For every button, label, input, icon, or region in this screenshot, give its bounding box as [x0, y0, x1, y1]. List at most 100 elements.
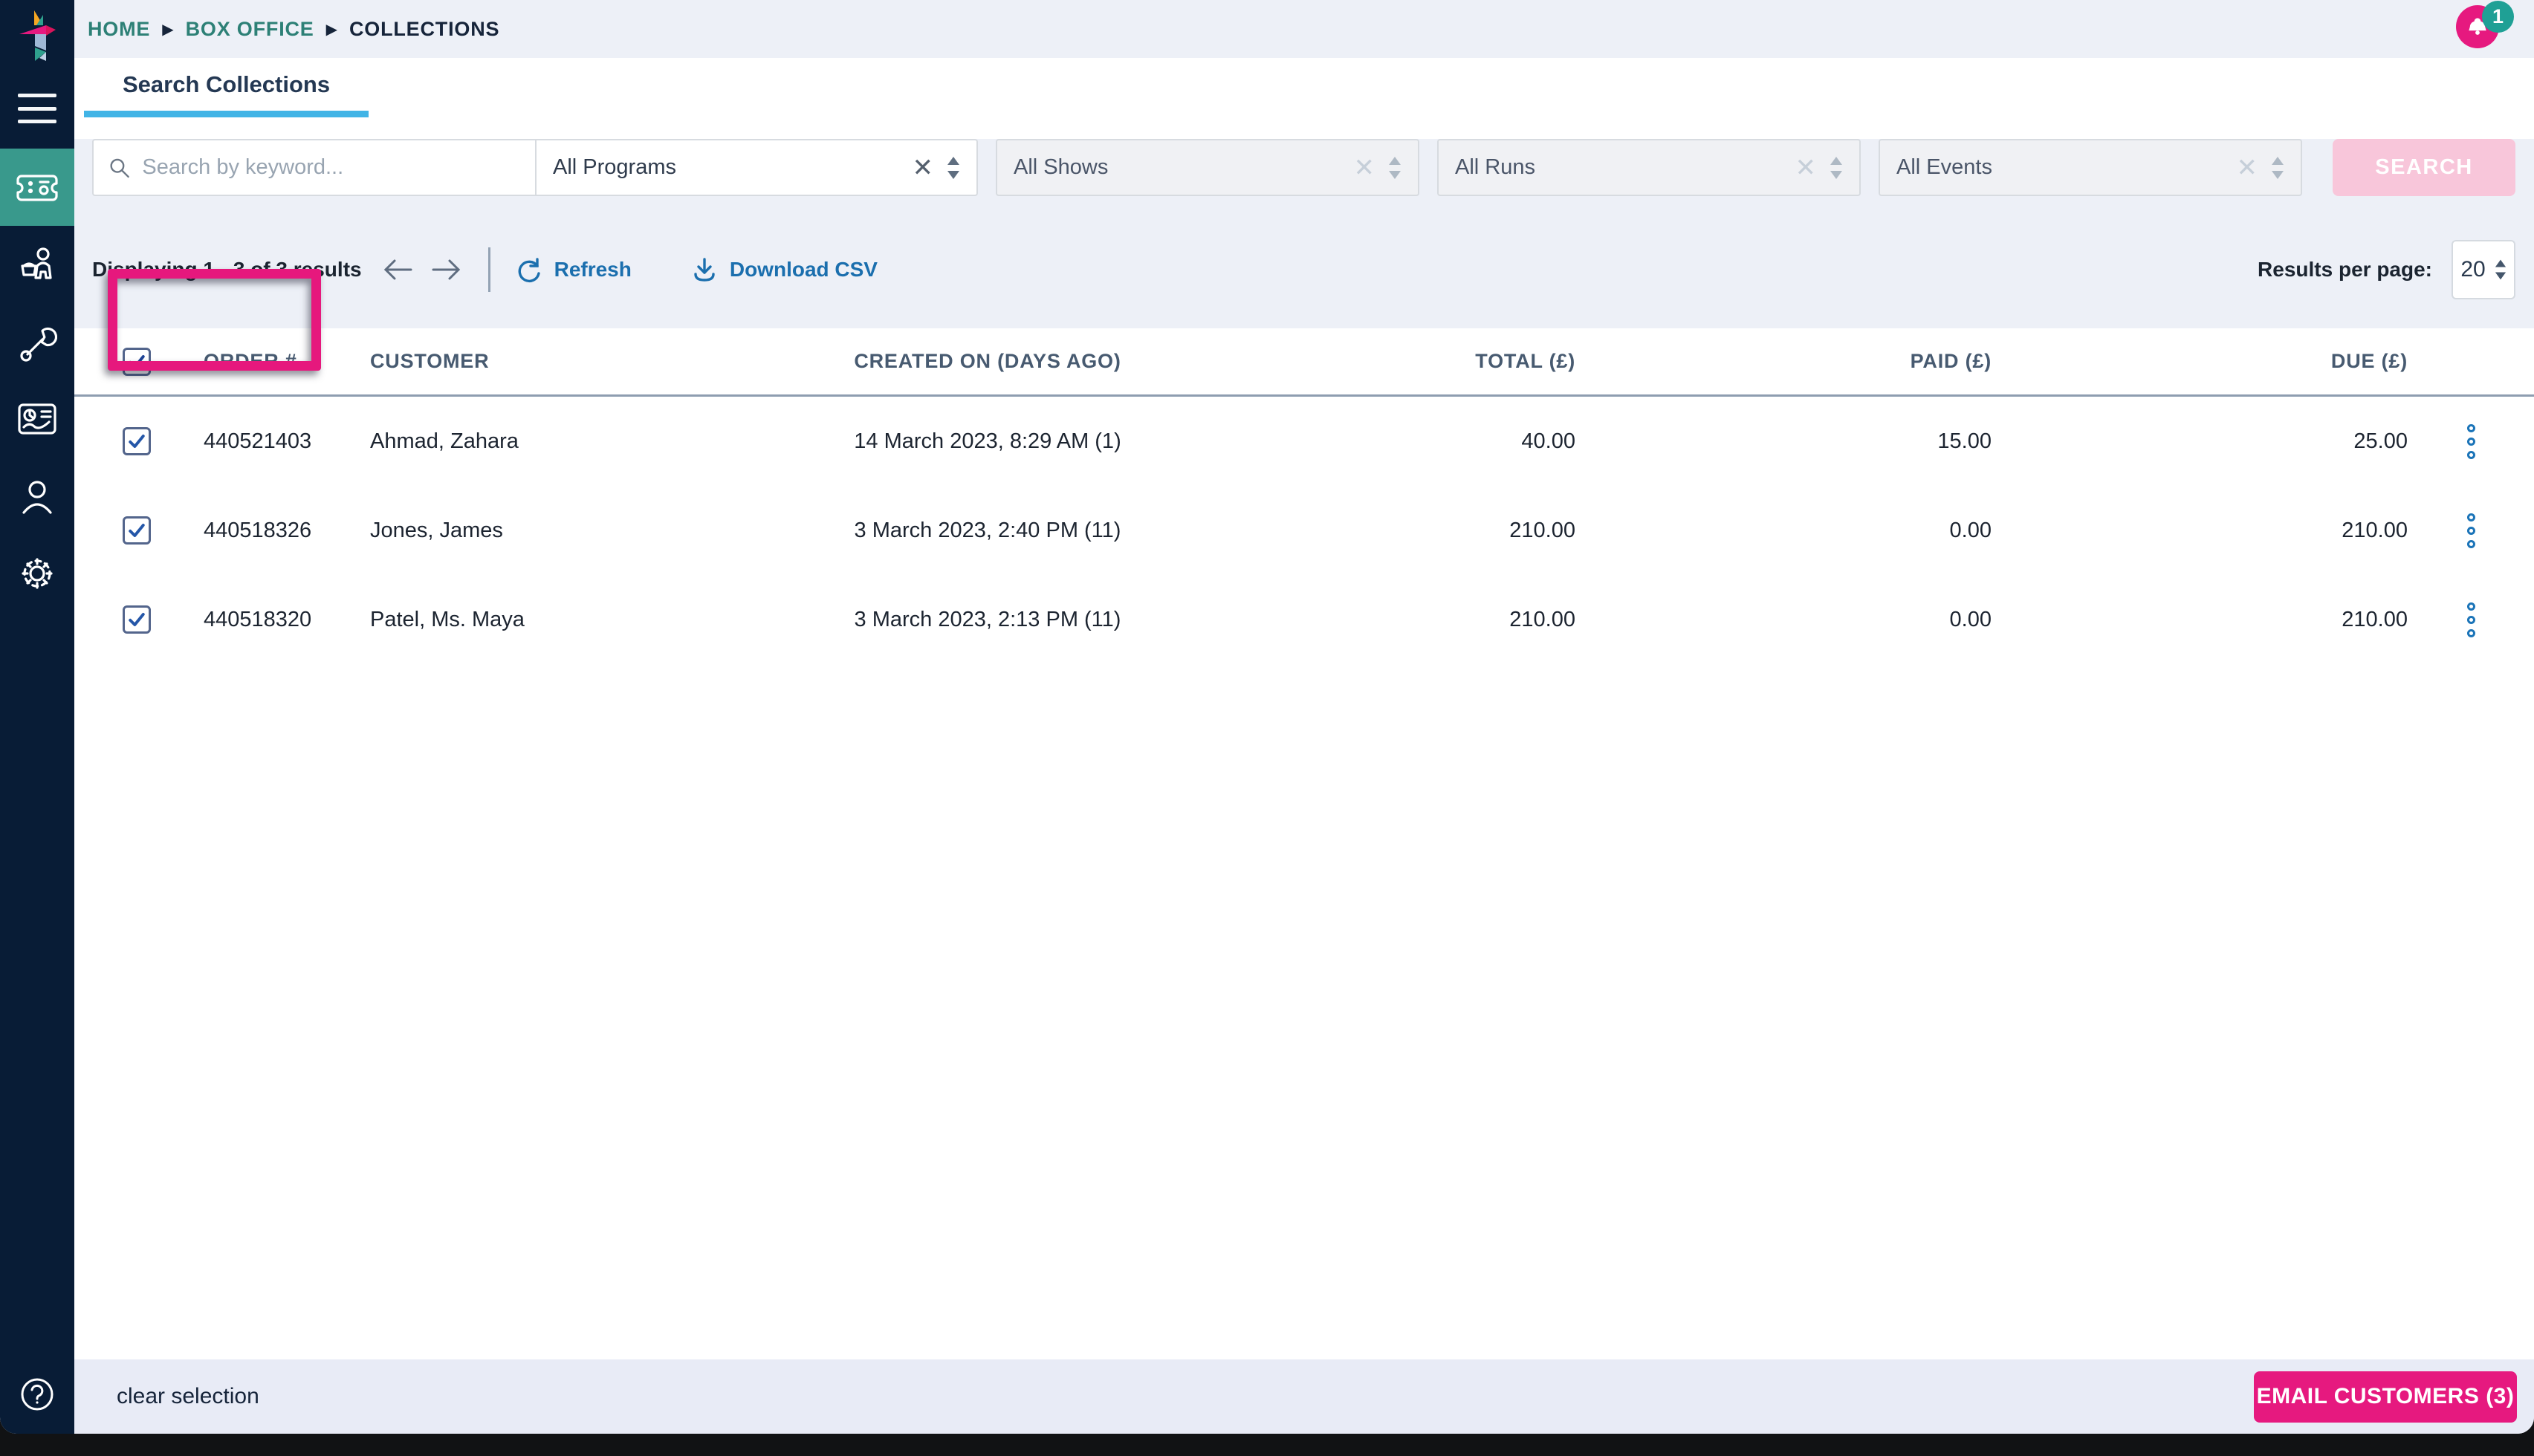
row-actions-kebab-icon[interactable]	[2463, 598, 2480, 642]
next-page-icon[interactable]	[430, 257, 463, 282]
created-on: 3 March 2023, 2:13 PM (11)	[854, 607, 1121, 631]
table-body: 440521403 Ahmad, Zahara 14 March 2023, 8…	[74, 397, 2534, 664]
paid-amount: 15.00	[1937, 429, 1992, 453]
breadcrumb-home[interactable]: HOME	[88, 18, 150, 41]
reports-icon	[18, 403, 56, 435]
previous-page-icon[interactable]	[381, 257, 414, 282]
filter-section: All Programs ✕ All Shows ✕ All Runs ✕	[74, 139, 2534, 328]
search-input[interactable]	[142, 155, 520, 180]
due-amount: 25.00	[2353, 429, 2408, 453]
toolbar-divider	[487, 247, 490, 292]
table-row[interactable]: 440521403 Ahmad, Zahara 14 March 2023, 8…	[74, 397, 2534, 486]
wrench-icon	[20, 327, 57, 362]
table-row[interactable]: 440518326 Jones, James 3 March 2023, 2:4…	[74, 486, 2534, 575]
row-checkbox[interactable]	[123, 427, 151, 455]
tab-bar: Search Collections	[74, 58, 2534, 117]
column-header-order: ORDER #	[204, 350, 297, 372]
breadcrumb: HOME ▶ BOX OFFICE ▶ COLLECTIONS 1	[74, 0, 2534, 58]
column-header-paid: PAID (£)	[1910, 350, 1992, 372]
row-actions-kebab-icon[interactable]	[2463, 420, 2480, 464]
selection-action-bar: clear selection EMAIL CUSTOMERS (3)	[74, 1359, 2534, 1434]
menu-icon[interactable]	[18, 94, 56, 123]
results-toolbar: Displaying 1 - 3 of 3 results Refresh Do…	[74, 233, 2534, 307]
column-header-total: TOTAL (£)	[1475, 350, 1575, 372]
search-button[interactable]: SEARCH	[2333, 139, 2515, 196]
breadcrumb-separator-icon: ▶	[325, 21, 337, 38]
order-number: 440518326	[204, 518, 312, 542]
sidebar-item-tools[interactable]	[0, 303, 74, 380]
total-amount: 210.00	[1509, 518, 1575, 542]
select-all-checkbox[interactable]	[123, 347, 151, 376]
stepper-icon	[1830, 156, 1842, 179]
check-icon	[129, 613, 145, 626]
keyword-search-box[interactable]	[92, 139, 535, 196]
clear-icon: ✕	[1795, 153, 1817, 182]
column-header-created: CREATED ON (DAYS AGO)	[854, 350, 1121, 372]
breadcrumb-separator-icon: ▶	[162, 21, 174, 38]
sidebar-item-sales[interactable]	[0, 226, 74, 303]
total-amount: 210.00	[1509, 607, 1575, 631]
gear-icon	[22, 558, 53, 589]
customer-name: Jones, James	[370, 518, 503, 542]
table-row[interactable]: 440518320 Patel, Ms. Maya 3 March 2023, …	[74, 575, 2534, 664]
sidebar-item-settings[interactable]	[0, 535, 74, 612]
help-button[interactable]	[0, 1368, 74, 1420]
events-select: All Events ✕	[1879, 139, 2302, 196]
stepper-icon	[1389, 156, 1401, 179]
stepper-icon	[2495, 259, 2506, 280]
clear-icon[interactable]: ✕	[913, 155, 934, 181]
clear-icon: ✕	[1353, 153, 1375, 182]
help-icon	[21, 1378, 54, 1411]
clear-icon: ✕	[2236, 153, 2258, 182]
created-on: 3 March 2023, 2:40 PM (11)	[854, 518, 1121, 542]
clear-selection-link[interactable]: clear selection	[117, 1384, 259, 1409]
ticket-icon	[16, 175, 58, 201]
sidebar-item-box-office[interactable]	[0, 149, 74, 226]
collections-table: ORDER # CUSTOMER CREATED ON (DAYS AGO) T…	[74, 328, 2534, 664]
sidebar-item-customers[interactable]	[0, 458, 74, 535]
person-icon	[22, 481, 52, 514]
search-icon	[110, 158, 129, 178]
refresh-icon	[518, 258, 540, 283]
total-amount: 40.00	[1521, 429, 1575, 453]
download-icon	[694, 258, 715, 282]
tab-search-collections[interactable]: Search Collections	[84, 58, 369, 117]
customer-name: Patel, Ms. Maya	[370, 607, 525, 631]
email-customers-button[interactable]: EMAIL CUSTOMERS (3)	[2254, 1371, 2517, 1423]
stepper-icon	[947, 156, 959, 179]
results-per-page-label: Results per page:	[2258, 258, 2432, 281]
table-header-row: ORDER # CUSTOMER CREATED ON (DAYS AGO) T…	[74, 328, 2534, 397]
row-actions-kebab-icon[interactable]	[2463, 509, 2480, 553]
refresh-button[interactable]: Refresh	[516, 256, 632, 283]
paid-amount: 0.00	[1949, 518, 1992, 542]
paid-amount: 0.00	[1949, 607, 1992, 631]
column-header-due: DUE (£)	[2330, 350, 2408, 372]
order-number: 440521403	[204, 429, 312, 453]
order-number: 440518320	[204, 607, 312, 631]
notification-badge: 1	[2482, 1, 2514, 33]
sidebar-item-reports[interactable]	[0, 380, 74, 458]
results-per-page-select[interactable]: 20	[2452, 240, 2515, 299]
programs-select[interactable]: All Programs ✕	[535, 139, 978, 196]
brand-logo[interactable]	[13, 6, 61, 71]
app-window: HOME ▶ BOX OFFICE ▶ COLLECTIONS 1 Search…	[0, 0, 2534, 1434]
stepper-icon	[2272, 156, 2284, 179]
shows-select: All Shows ✕	[996, 139, 1419, 196]
results-count-text: Displaying 1 - 3 of 3 results	[92, 258, 362, 281]
check-icon	[129, 435, 145, 448]
check-icon	[129, 524, 145, 537]
customer-name: Ahmad, Zahara	[370, 429, 519, 453]
breadcrumb-collections: COLLECTIONS	[349, 17, 500, 40]
due-amount: 210.00	[2342, 607, 2408, 631]
runs-select: All Runs ✕	[1437, 139, 1861, 196]
created-on: 14 March 2023, 8:29 AM (1)	[854, 429, 1121, 453]
check-icon	[129, 354, 145, 368]
row-checkbox[interactable]	[123, 605, 151, 634]
sidebar	[0, 0, 74, 1434]
download-csv-button[interactable]: Download CSV	[691, 256, 878, 283]
due-amount: 210.00	[2342, 518, 2408, 542]
row-checkbox[interactable]	[123, 516, 151, 545]
breadcrumb-box-office[interactable]: BOX OFFICE	[186, 18, 314, 41]
column-header-customer: CUSTOMER	[370, 350, 490, 372]
basket-person-icon	[21, 247, 52, 279]
